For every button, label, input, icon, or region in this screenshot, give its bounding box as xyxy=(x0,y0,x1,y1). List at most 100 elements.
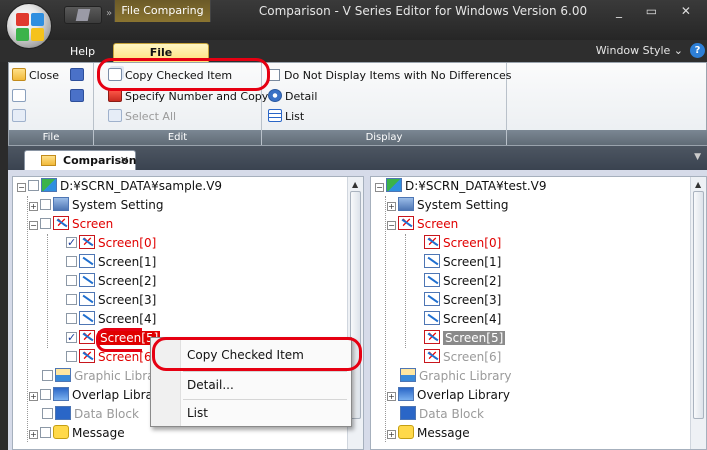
tree-checkbox[interactable] xyxy=(66,328,77,347)
new-file-icon xyxy=(75,9,91,21)
expand-icon[interactable]: + xyxy=(387,430,396,439)
tree-item[interactable]: Screen[0] xyxy=(411,233,502,253)
window-controls[interactable]: _ ▭ ✕ xyxy=(616,4,701,18)
tree-item[interactable]: − Screen xyxy=(29,214,113,234)
tree-item[interactable]: − Screen xyxy=(387,214,458,234)
tree-checkbox[interactable] xyxy=(66,256,77,267)
specify-number-label: Specify Number and Copy xyxy=(125,90,269,103)
tree-item[interactable]: Data Block xyxy=(29,405,139,424)
quick-access-dropdown-icon[interactable]: » xyxy=(106,8,112,19)
tree-item[interactable]: Screen[0] xyxy=(53,233,157,253)
tree-root[interactable]: − D:¥SCRN_DATA¥sample.V9 xyxy=(17,177,222,196)
specify-number-and-copy-button[interactable]: Specify Number and Copy xyxy=(108,88,268,106)
tree-item-label: Screen[0] xyxy=(98,236,157,250)
detail-button[interactable]: Detail xyxy=(268,88,317,106)
document-icon xyxy=(12,89,26,102)
window-style-dropdown[interactable]: Window Style ⌄ xyxy=(596,44,683,57)
tree-item-label: Screen[0] xyxy=(443,236,502,250)
tree-item[interactable]: Screen[4] xyxy=(411,310,501,329)
copy-checked-item-button[interactable]: Copy Checked Item xyxy=(108,67,232,85)
collapse-icon[interactable]: − xyxy=(375,183,384,192)
file-tool-button[interactable] xyxy=(12,88,29,106)
tree-checkbox[interactable] xyxy=(42,408,53,419)
tree-item[interactable]: Screen[3] xyxy=(411,291,501,310)
tree-item[interactable]: Screen[2] xyxy=(53,272,156,291)
tree-item[interactable]: + Message xyxy=(29,424,125,443)
tab-file-comparing[interactable]: File Comparing xyxy=(113,43,209,77)
save-button[interactable] xyxy=(70,67,87,85)
tree-item[interactable]: + System Setting xyxy=(387,196,509,215)
no-differences-checkbox[interactable]: Do Not Display Items with No Differences xyxy=(268,67,512,85)
tree-root[interactable]: − D:¥SCRN_DATA¥test.V9 xyxy=(375,177,546,196)
file-group-label: File xyxy=(9,130,93,145)
collapse-icon[interactable]: − xyxy=(29,221,38,230)
tree-item[interactable]: Screen[1] xyxy=(411,253,501,272)
application-menu-button[interactable] xyxy=(6,3,52,49)
file-tool-button-3[interactable] xyxy=(12,108,29,126)
select-all-button[interactable]: Select All xyxy=(108,108,176,126)
tree-checkbox[interactable] xyxy=(66,313,77,324)
tree-item[interactable]: Screen[5] xyxy=(53,328,161,348)
tab-help[interactable]: Help xyxy=(64,43,101,62)
ribbon-footer-filler xyxy=(507,130,707,145)
tree-item-label: Screen[4] xyxy=(443,312,502,326)
tree-checkbox[interactable] xyxy=(66,233,77,252)
tree-item-label: Screen[6] xyxy=(443,350,502,364)
right-pane-scrollbar[interactable]: ▲ xyxy=(690,177,706,449)
expand-icon[interactable]: + xyxy=(387,202,396,211)
tree-item-label: Data Block xyxy=(74,407,139,421)
right-tree-pane[interactable]: − D:¥SCRN_DATA¥test.V9 + System Setting − Sc… xyxy=(370,176,707,450)
tree-checkbox[interactable] xyxy=(42,370,53,381)
tree-item[interactable]: + Message xyxy=(387,424,470,443)
tree-checkbox[interactable] xyxy=(66,351,77,362)
quick-access-new-button[interactable] xyxy=(64,6,102,24)
tree-checkbox[interactable] xyxy=(40,218,51,229)
tree-item[interactable]: + System Setting xyxy=(29,196,164,215)
document-icon xyxy=(12,109,26,122)
scroll-up-icon[interactable]: ▲ xyxy=(695,180,701,189)
tree-item[interactable]: Graphic Library xyxy=(29,367,167,386)
tree-item[interactable]: Screen[4] xyxy=(53,310,156,329)
tree-item[interactable]: Screen[2] xyxy=(411,272,501,291)
tree-item[interactable]: Screen[6] xyxy=(411,347,502,367)
collapse-icon[interactable]: − xyxy=(17,183,26,192)
screen-folder-icon xyxy=(53,214,69,233)
tree-item[interactable]: Graphic Library xyxy=(387,367,512,386)
tree-item[interactable]: + Overlap Library xyxy=(29,386,165,405)
help-icon[interactable]: ? xyxy=(690,43,705,58)
tree-item[interactable]: + Overlap Library xyxy=(387,386,510,405)
tab-comparison[interactable]: Comparison ✕ xyxy=(24,150,137,170)
tree-checkbox[interactable] xyxy=(40,199,51,210)
app-logo-tile xyxy=(31,28,44,41)
expand-icon[interactable]: + xyxy=(29,202,38,211)
tree-item[interactable]: Data Block xyxy=(387,405,484,424)
tree-item[interactable]: Screen[1] xyxy=(53,253,156,272)
scroll-up-icon[interactable]: ▲ xyxy=(352,180,358,189)
save-icon xyxy=(70,68,84,81)
menu-item-detail[interactable]: Detail... xyxy=(151,372,351,398)
scroll-thumb[interactable] xyxy=(693,191,704,419)
tree-checkbox[interactable] xyxy=(40,427,51,438)
expand-icon[interactable]: + xyxy=(29,430,38,439)
tree-checkbox[interactable] xyxy=(28,180,39,191)
file-tool-button-2[interactable] xyxy=(70,88,87,106)
tree-item[interactable]: Screen[6] xyxy=(53,347,156,367)
tree-checkbox[interactable] xyxy=(66,294,77,305)
copy-checked-item-label: Copy Checked Item xyxy=(125,69,233,82)
tree-checkbox[interactable] xyxy=(66,275,77,286)
collapse-icon[interactable]: − xyxy=(387,221,396,230)
tree-item[interactable]: Screen[5] xyxy=(411,328,506,348)
expand-icon[interactable]: + xyxy=(29,392,38,401)
tree-checkbox[interactable] xyxy=(40,389,51,400)
close-button[interactable]: Close xyxy=(12,67,59,85)
menu-item-list[interactable]: List xyxy=(151,400,351,426)
list-button[interactable]: List xyxy=(268,108,304,126)
close-icon[interactable]: ✕ xyxy=(120,151,129,170)
tree-item-label: Message xyxy=(417,426,470,440)
tab-list-dropdown-icon[interactable]: ▼ xyxy=(694,152,701,162)
expand-icon[interactable]: + xyxy=(387,392,396,401)
tree-item[interactable]: Screen[3] xyxy=(53,291,156,310)
menu-item-copy-checked-item[interactable]: Copy Checked Item xyxy=(151,342,351,368)
message-icon xyxy=(398,425,414,439)
screen-icon xyxy=(424,254,440,268)
